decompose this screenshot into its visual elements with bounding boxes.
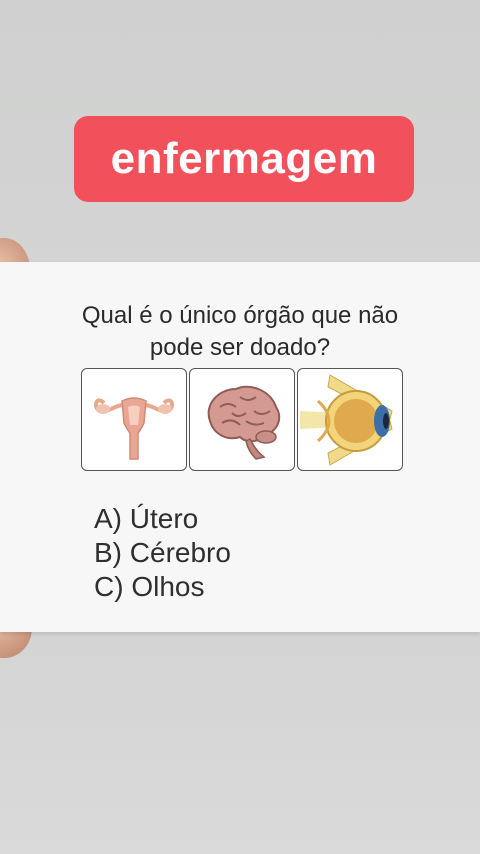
answer-option-a: A) Útero bbox=[94, 503, 199, 534]
topic-badge: enfermagem bbox=[74, 116, 414, 202]
answer-options: A) Útero B) Cérebro C) Olhos bbox=[94, 502, 231, 604]
answer-option-c: C) Olhos bbox=[94, 571, 205, 602]
eye-icon bbox=[300, 373, 393, 466]
brain-icon bbox=[207, 385, 281, 460]
organ-images bbox=[81, 368, 403, 471]
uterus-image bbox=[81, 368, 187, 471]
brain-image bbox=[189, 368, 295, 471]
question-line-1: Qual é o único órgão que não bbox=[81, 302, 399, 329]
answer-option-b: B) Cérebro bbox=[94, 537, 231, 568]
uterus-icon bbox=[94, 396, 174, 460]
question-line-2: pode ser doado? bbox=[149, 334, 331, 361]
topic-label: enfermagem bbox=[110, 134, 378, 183]
eye-image bbox=[297, 368, 403, 471]
question-text: Qual é o único órgão que não pode ser do… bbox=[40, 300, 440, 364]
